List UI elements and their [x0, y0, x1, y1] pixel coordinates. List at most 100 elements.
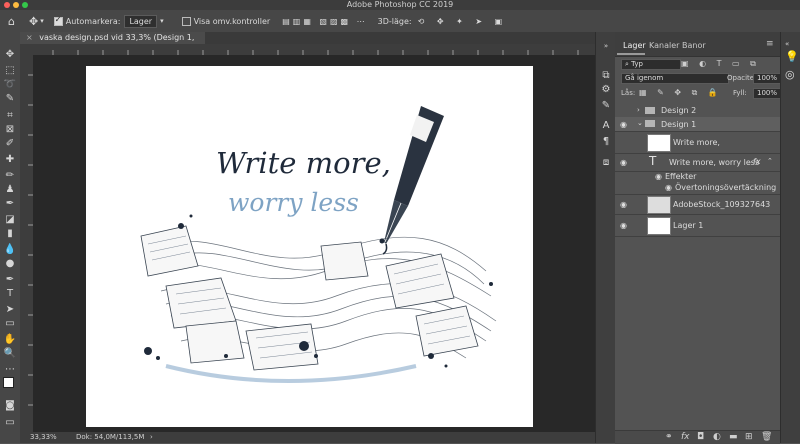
more-tools-icon[interactable]: ⋯ [3, 363, 17, 376]
new-group-icon[interactable]: ▬ [729, 432, 738, 442]
blur-tool-icon[interactable]: 💧 [3, 243, 17, 256]
lasso-tool-icon[interactable]: ➰ [3, 78, 17, 91]
fill-input[interactable]: 100% [753, 88, 781, 99]
eyedropper-tool-icon[interactable]: ✐ [3, 137, 17, 150]
show-transform-checkbox[interactable]: Visa omv.kontroller [181, 16, 270, 26]
foreground-color-swatch[interactable] [3, 377, 14, 388]
learn-icon[interactable]: 💡 [785, 50, 799, 63]
align-buttons[interactable]: ▤▥▦ ▧▨▩ ⋯ [282, 17, 367, 26]
history-icon[interactable]: ⧉ [600, 70, 612, 82]
character-icon[interactable]: A [600, 120, 612, 132]
new-layer-icon[interactable]: ⊞ [745, 432, 753, 442]
collapse-arrows-icon[interactable]: « [785, 40, 789, 48]
tools-panel: ✥ ⬚ ➰ ✎ ⌗ ⊠ ✐ ✚ ✏ ♟ ✒ ◪ ▮ 💧 ● ✒ T ➤ ▭ ✋ … [0, 32, 21, 443]
pen-tool-icon[interactable]: ✒ [3, 273, 17, 286]
path-select-tool-icon[interactable]: ➤ [3, 303, 17, 316]
glyphs-icon[interactable]: ⧈ [600, 157, 612, 169]
eye-icon[interactable]: ◉ [620, 200, 627, 209]
effects-label: Effekter [665, 172, 697, 181]
right-dock: « 💡 ◎ [780, 32, 800, 443]
adjustment-icon[interactable]: ◐ [713, 432, 721, 442]
document-size[interactable]: Dok: 54,0M/113,5M [76, 433, 144, 441]
filter-value: Typ [631, 60, 643, 68]
tab-channels[interactable]: Kanaler [649, 41, 679, 50]
opacity-input[interactable]: 100% [753, 73, 781, 84]
layer-name: Design 1 [661, 120, 697, 129]
zoom-tool-icon[interactable]: 🔍 [3, 347, 17, 360]
trash-icon[interactable]: 🗑 [761, 432, 772, 442]
checkbox-checked-icon[interactable] [53, 15, 63, 26]
mask-icon[interactable]: ◘ [697, 432, 704, 442]
layer-filter-dropdown[interactable]: ⌕ Typ [621, 59, 681, 70]
3d-tools[interactable]: ⟲ ✥ ✦ ➤ ▣ [418, 17, 508, 26]
fx-badge[interactable]: fx [753, 157, 761, 166]
move-tool-icon[interactable]: ✥ [3, 48, 17, 61]
frame-tool-icon[interactable]: ⊠ [3, 123, 17, 136]
collapse-arrows-icon[interactable]: » [600, 40, 612, 52]
libraries-icon[interactable]: ◎ [785, 68, 795, 81]
home-icon[interactable]: ⌂ [8, 15, 15, 28]
close-tab-icon[interactable]: × [26, 33, 33, 42]
link-layers-icon[interactable]: ⚭ [665, 432, 673, 442]
auto-select-dropdown[interactable]: Lager [124, 14, 158, 28]
quick-mask-icon[interactable]: ◙ [3, 399, 17, 412]
document-tab[interactable]: × vaska design.psd vid 33,3% (Design 1, … [20, 32, 205, 54]
history-brush-tool-icon[interactable]: ✒ [3, 197, 17, 210]
hand-tool-icon[interactable]: ✋ [3, 333, 17, 346]
type-tool-icon[interactable]: T [3, 287, 17, 300]
filter-icons[interactable]: ▣ ◐ T ▭ ⧉ [681, 59, 760, 69]
brush-tool-icon[interactable]: ✏ [3, 169, 17, 182]
chevron-down-icon[interactable]: ▾ [40, 17, 44, 25]
options-bar: ⌂ ✥ ▾ Automarkera: Lager ▾ Visa omv.kont… [0, 10, 800, 33]
crop-tool-icon[interactable]: ⌗ [3, 109, 17, 122]
healing-brush-tool-icon[interactable]: ✚ [3, 153, 17, 166]
layer-row-effects[interactable]: ◉ Effekter [615, 171, 780, 182]
collapsed-panel-dock: » ⧉ ⚙ ✎ A ¶ ⧈ [595, 32, 617, 443]
clone-stamp-tool-icon[interactable]: ♟ [3, 183, 17, 196]
paragraph-icon[interactable]: ¶ [600, 136, 612, 148]
tab-paths[interactable]: Banor [682, 41, 706, 50]
panel-menu-icon[interactable]: ≡ [766, 39, 774, 49]
tab-layers[interactable]: Lager [623, 41, 646, 50]
layer-name: Lager 1 [673, 221, 704, 230]
dodge-tool-icon[interactable]: ● [3, 257, 17, 270]
chevron-up-icon[interactable]: ⌃ [767, 157, 773, 165]
screen-mode-icon[interactable]: ▭ [3, 416, 17, 429]
dropdown-arrow-icon[interactable]: ▾ [160, 17, 164, 25]
quick-select-tool-icon[interactable]: ✎ [3, 92, 17, 105]
eye-icon[interactable]: ◉ [620, 221, 627, 230]
ruler-vertical[interactable] [20, 55, 34, 432]
eye-icon[interactable]: ◉ [665, 183, 672, 192]
layer-row-design-1[interactable]: ◉ ⌄ Design 1 [615, 117, 780, 132]
rectangle-tool-icon[interactable]: ▭ [3, 317, 17, 330]
move-tool-icon[interactable]: ✥ [29, 15, 38, 28]
chevron-right-icon[interactable]: › [637, 106, 640, 114]
layer-name: Write more, [673, 138, 720, 147]
document-canvas[interactable]: Write more, worry less [86, 66, 533, 427]
layer-row-text[interactable]: ◉ T Write more, worry less fx ⌃ [615, 153, 780, 172]
lock-label: Lås: [621, 89, 636, 97]
layers-panel-tabs: Lager Kanaler Banor ≡ [615, 32, 780, 57]
eye-icon[interactable]: ◉ [620, 120, 627, 129]
checkbox-unchecked-icon[interactable] [181, 16, 191, 26]
layer-name: Design 2 [661, 106, 697, 115]
eraser-tool-icon[interactable]: ◪ [3, 213, 17, 226]
layer-row-write-more[interactable]: Write more, [615, 131, 780, 154]
chevron-down-icon[interactable]: ⌄ [637, 119, 643, 127]
gradient-tool-icon[interactable]: ▮ [3, 227, 17, 240]
auto-select-checkbox[interactable]: Automarkera: Lager ▾ [53, 14, 164, 28]
eye-icon[interactable]: ◉ [655, 172, 662, 181]
lock-icons[interactable]: ▦ ✎ ✥ ⧉ 🔒 [639, 88, 722, 98]
layer-row-design-2[interactable]: › Design 2 [615, 104, 780, 118]
status-arrow-icon[interactable]: › [150, 433, 153, 441]
eye-icon[interactable]: ◉ [620, 158, 627, 167]
adjust-icon[interactable]: ⚙ [600, 84, 612, 96]
zoom-level[interactable]: 33,33% [30, 433, 57, 441]
blend-mode-dropdown[interactable]: Gå igenom [621, 73, 729, 84]
layer-row-lager-1[interactable]: ◉ Lager 1 [615, 214, 780, 237]
fx-icon[interactable]: fx [681, 432, 690, 442]
layers-controls: ⌕ Typ ▣ ◐ T ▭ ⧉ Gå igenom Opacitet: 100%… [615, 57, 781, 105]
marquee-tool-icon[interactable]: ⬚ [3, 64, 17, 77]
brush-settings-icon[interactable]: ✎ [600, 100, 612, 112]
layer-row-adobestock[interactable]: ◉ AdobeStock_109327643 [615, 194, 780, 215]
